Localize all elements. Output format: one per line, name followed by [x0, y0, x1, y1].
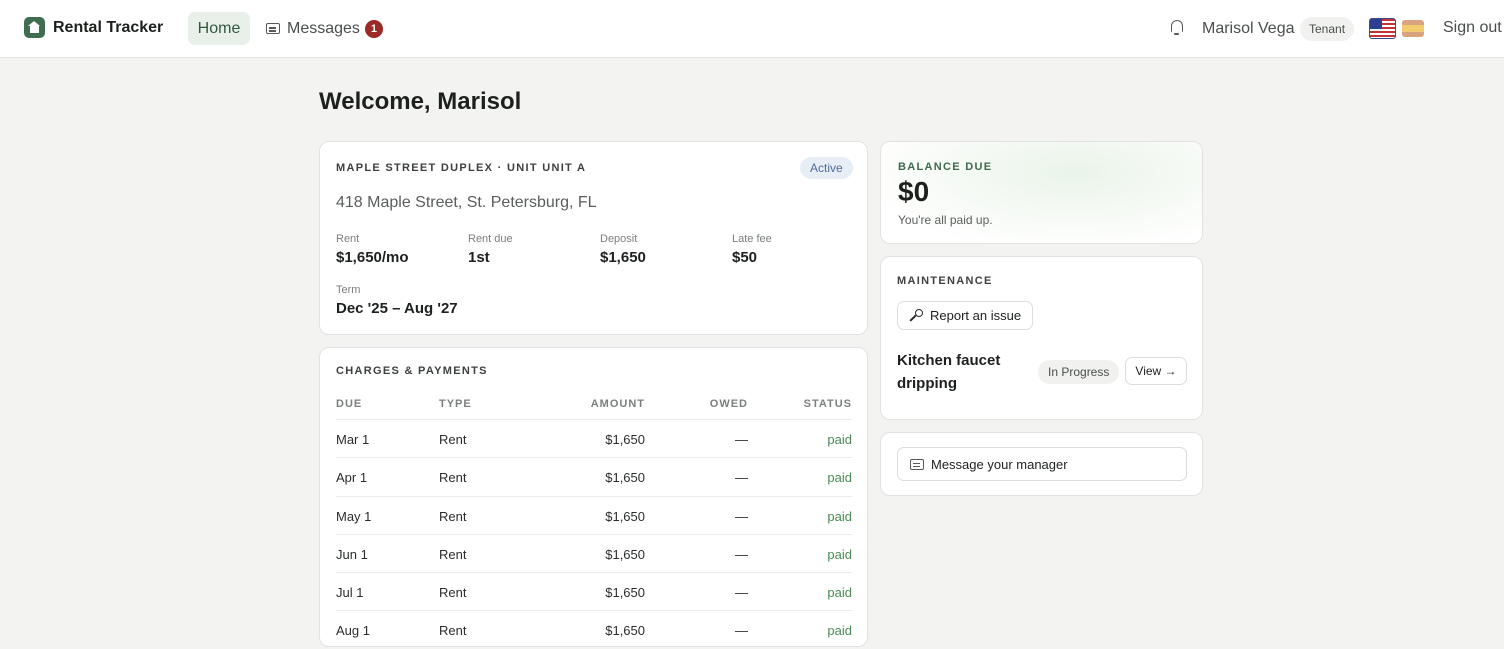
brand[interactable]: Rental Tracker	[24, 17, 163, 38]
term-label: Term	[336, 284, 361, 296]
es-flag-icon[interactable]	[1402, 20, 1424, 37]
row-status: paid	[827, 585, 852, 601]
row-amount: $1,650	[605, 546, 645, 562]
row-status: paid	[827, 623, 852, 639]
top-bar: Rental Tracker Home Messages 1 Marisol V…	[0, 0, 1504, 58]
row-amount: $1,650	[605, 623, 645, 639]
issue-status-badge: In Progress	[1038, 360, 1120, 384]
balance-card: BALANCE DUE $0 You're all paid up.	[880, 141, 1203, 244]
app-name: Rental Tracker	[53, 18, 164, 36]
row-type: Rent	[439, 470, 467, 486]
property-address: 418 Maple Street, St. Petersburg, FL	[336, 194, 597, 211]
issue-title: Kitchen faucet dripping	[897, 352, 1001, 392]
row-owed: —	[735, 623, 748, 639]
maintenance-label: MAINTENANCE	[897, 275, 993, 287]
bell-icon[interactable]	[1171, 20, 1183, 35]
table-row: Mar 1 Rent $1,650 — paid	[336, 419, 852, 457]
row-owed: —	[735, 432, 748, 447]
row-owed: —	[735, 508, 748, 524]
row-type: Rent	[439, 585, 467, 601]
term-value: Dec '25 – Aug '27	[336, 300, 458, 317]
row-due: Mar 1	[336, 432, 370, 447]
page-title: Welcome, Marisol	[319, 88, 522, 115]
row-amount: $1,650	[605, 585, 645, 601]
row-amount: $1,650	[605, 470, 645, 486]
message-card: Message your manager	[880, 432, 1203, 496]
row-due: Apr 1	[336, 470, 368, 486]
messages-badge: 1	[364, 19, 383, 38]
term-field: Term Dec '25 – Aug '27	[336, 284, 458, 317]
house-icon	[24, 17, 45, 38]
rent-due-label: Rent due	[468, 233, 513, 245]
row-status: paid	[827, 432, 852, 447]
row-due: Jun 1	[336, 546, 368, 562]
deposit-value: $1,650	[600, 249, 646, 266]
chat-icon	[910, 458, 924, 470]
row-owed: —	[735, 546, 748, 562]
row-owed: —	[735, 470, 748, 486]
rent-due-value: 1st	[468, 249, 490, 266]
row-status: paid	[827, 508, 852, 524]
property-card: MAPLE STREET DUPLEX · UNIT UNIT A Active…	[319, 141, 868, 335]
chat-icon	[266, 23, 280, 34]
rent-due-field: Rent due 1st	[468, 233, 513, 266]
row-due: Jul 1	[336, 585, 364, 601]
charges-label: CHARGES & PAYMENTS	[336, 365, 488, 377]
role-badge: Tenant	[1300, 17, 1355, 41]
us-flag-icon[interactable]	[1369, 18, 1396, 39]
row-type: Rent	[439, 623, 467, 639]
sign-out-link[interactable]: Sign out	[1443, 19, 1502, 37]
header-amount: AMOUNT	[590, 398, 645, 410]
late-fee-value: $50	[732, 249, 758, 266]
header-type: TYPE	[439, 398, 472, 410]
header-due: DUE	[336, 398, 363, 410]
row-type: Rent	[439, 546, 467, 562]
table-row: Apr 1 Rent $1,650 — paid	[336, 457, 852, 495]
table-row: May 1 Rent $1,650 — paid	[336, 495, 852, 534]
balance-amount: $0	[898, 176, 930, 207]
charges-table: Mar 1 Rent $1,650 — paid Apr 1 Rent $1,6…	[336, 419, 852, 649]
maintenance-card: MAINTENANCE Report an issue Kitchen fauc…	[880, 256, 1203, 420]
row-owed: —	[735, 585, 748, 601]
table-header: DUE TYPE AMOUNT OWED STATUS	[336, 398, 852, 418]
nav-messages[interactable]: Messages 1	[266, 12, 383, 45]
rent-label: Rent	[336, 233, 360, 245]
balance-label: BALANCE DUE	[898, 161, 993, 173]
property-label: MAPLE STREET DUPLEX · UNIT UNIT A	[336, 162, 587, 174]
row-status: paid	[827, 470, 852, 486]
message-manager-button[interactable]: Message your manager	[897, 447, 1187, 481]
row-type: Rent	[439, 508, 467, 524]
nav-messages-label: Messages	[287, 19, 360, 37]
header-status: STATUS	[803, 398, 852, 410]
view-issue-button[interactable]: View →	[1125, 357, 1187, 385]
row-due: Aug 1	[336, 623, 370, 639]
rent-field: Rent $1,650/mo	[336, 233, 409, 266]
rent-value: $1,650/mo	[336, 249, 409, 266]
table-row: Jul 1 Rent $1,650 — paid	[336, 572, 852, 610]
header-owed: OWED	[709, 398, 748, 410]
row-due: May 1	[336, 508, 372, 524]
table-row: Jun 1 Rent $1,650 — paid	[336, 533, 852, 572]
message-manager-label: Message your manager	[931, 456, 1068, 472]
late-fee-label: Late fee	[732, 233, 772, 245]
user-name: Marisol Vega	[1202, 20, 1295, 37]
balance-note: You're all paid up.	[898, 213, 993, 227]
report-issue-button[interactable]: Report an issue	[897, 301, 1033, 330]
table-row: Aug 1 Rent $1,650 — paid	[336, 610, 852, 648]
charges-card: CHARGES & PAYMENTS DUE TYPE AMOUNT OWED …	[319, 347, 868, 647]
deposit-field: Deposit $1,650	[600, 233, 646, 266]
nav-home[interactable]: Home	[188, 12, 250, 45]
wrench-icon	[909, 309, 923, 322]
lease-status-badge: Active	[800, 157, 853, 179]
late-fee-field: Late fee $50	[732, 233, 772, 266]
row-amount: $1,650	[605, 432, 645, 447]
deposit-label: Deposit	[600, 233, 638, 245]
row-amount: $1,650	[605, 508, 645, 524]
row-type: Rent	[439, 432, 467, 447]
report-issue-label: Report an issue	[930, 308, 1022, 323]
row-status: paid	[827, 546, 852, 562]
